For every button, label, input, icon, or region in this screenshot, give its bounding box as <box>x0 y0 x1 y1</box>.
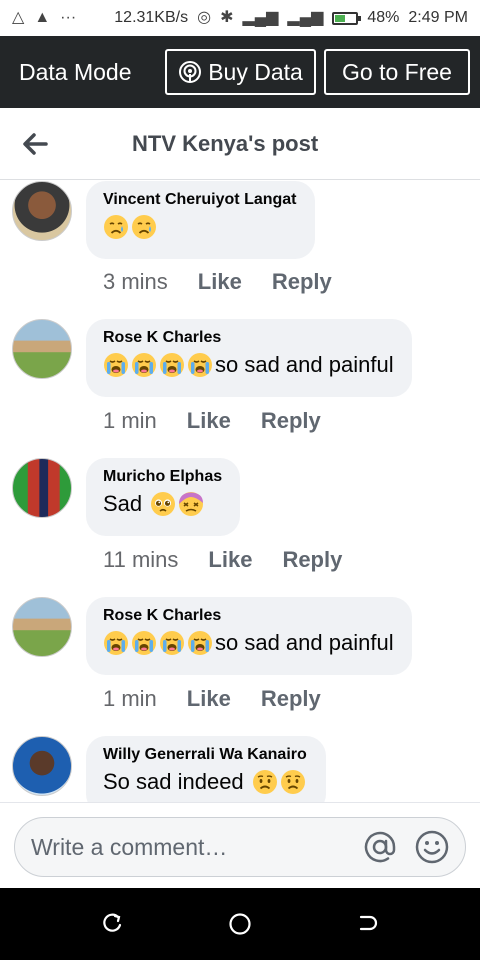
comment-time: 1 min <box>103 686 157 711</box>
buy-data-label: Buy Data <box>208 58 303 85</box>
crying-emoji-icon <box>131 352 157 378</box>
avatar[interactable] <box>12 181 72 241</box>
reply-button[interactable]: Reply <box>282 547 342 573</box>
comment-meta: 1 min Like Reply <box>103 408 321 434</box>
delta-icon: △ <box>12 9 25 26</box>
comment-meta: 3 mins Like Reply <box>103 269 332 295</box>
comment-bubble[interactable]: Willy Generrali Wa Kanairo So sad indeed <box>86 736 326 802</box>
comment-input[interactable]: Write a comment… <box>14 817 466 877</box>
data-mode-label: Data Mode <box>19 58 132 85</box>
crying-emoji-icon <box>103 352 129 378</box>
comment-text: so sad and painful <box>103 630 394 656</box>
crying-emoji-icon <box>103 630 129 656</box>
podcast-icon <box>179 61 202 83</box>
network-speed: 12.31KB/s <box>114 9 189 26</box>
home-button[interactable] <box>220 904 260 944</box>
comment-meta: 11 mins Like Reply <box>103 547 342 573</box>
reply-button[interactable]: Reply <box>272 269 332 295</box>
home-circle-icon <box>229 913 251 935</box>
pleading-emoji-icon <box>150 491 176 517</box>
smiley-icon <box>415 830 449 864</box>
comment-bubble[interactable]: Rose K Charles so sad and painful <box>86 319 412 397</box>
crying-emoji-icon <box>159 352 185 378</box>
crying-emoji-icon <box>131 630 157 656</box>
composer-area: Write a comment… <box>0 802 480 888</box>
comment-author[interactable]: Rose K Charles <box>103 329 394 347</box>
reply-button[interactable]: Reply <box>261 686 321 712</box>
signal-2-icon: ▂▄▆ <box>287 9 324 26</box>
comment-text: So sad indeed <box>103 769 308 795</box>
comment-author[interactable]: Rose K Charles <box>103 607 394 625</box>
worried-emoji-icon <box>280 769 306 795</box>
comment-bubble[interactable]: Vincent Cheruiyot Langat <box>86 181 315 259</box>
comment-body: So sad indeed <box>103 769 244 794</box>
recents-button[interactable] <box>93 904 133 944</box>
crying-emoji-icon <box>159 630 185 656</box>
comment-placeholder: Write a comment… <box>31 833 228 860</box>
battery-percent: 48% <box>367 9 400 26</box>
comment-bubble[interactable]: Muricho Elphas Sad <box>86 458 241 536</box>
sad-tear-emoji-icon <box>103 214 129 240</box>
signal-icon: ▂▄▆ <box>242 9 279 26</box>
avatar[interactable] <box>12 597 72 657</box>
comment-bubble[interactable]: Rose K Charles so sad and painful <box>86 597 412 675</box>
back-nav-icon <box>359 915 377 931</box>
avatar[interactable] <box>12 458 72 518</box>
back-nav-button[interactable] <box>347 904 387 944</box>
hotspot-icon: ◎ <box>197 9 212 26</box>
comment-author[interactable]: Willy Generrali Wa Kanairo <box>103 746 308 764</box>
comments-list[interactable]: Vincent Cheruiyot Langat 3 mins Like Rep… <box>0 181 480 802</box>
status-bar: △ ▲ ··· 12.31KB/s ◎ ✱ ▂▄▆ ▂▄▆ 48% 2:49 P… <box>0 0 480 36</box>
worried-emoji-icon <box>252 769 278 795</box>
battery-fill <box>335 14 345 22</box>
like-button[interactable]: Like <box>208 547 252 573</box>
emoji-picker-button[interactable] <box>413 828 451 866</box>
clock: 2:49 PM <box>408 9 468 26</box>
comment-author[interactable]: Muricho Elphas <box>103 468 222 486</box>
avatar[interactable] <box>12 736 72 796</box>
comment-body: Sad <box>103 491 143 516</box>
crying-emoji-icon <box>187 352 213 378</box>
data-mode-bar: Data Mode Buy Data Go to Free <box>0 36 480 108</box>
like-button[interactable]: Like <box>198 269 242 295</box>
comment-body: so sad and painful <box>215 630 394 655</box>
status-right: 12.31KB/s ◎ ✱ ▂▄▆ ▂▄▆ 48% 2:49 PM <box>114 9 468 27</box>
comment-time: 1 min <box>103 408 157 433</box>
bluetooth-icon: ✱ <box>220 9 234 26</box>
status-left: △ ▲ ··· <box>12 10 76 26</box>
more-notifications-icon: ··· <box>60 9 77 26</box>
back-arrow-icon <box>23 132 48 155</box>
comment-text: Sad <box>103 491 222 517</box>
system-nav-bar <box>0 888 480 960</box>
comment-author[interactable]: Vincent Cheruiyot Langat <box>103 191 297 209</box>
go-to-free-button[interactable]: Go to Free <box>324 49 470 95</box>
battery-icon <box>332 11 362 25</box>
sad-tear-emoji-icon <box>131 214 157 240</box>
page-title: NTV Kenya's post <box>132 130 319 156</box>
warning-icon: ▲ <box>34 9 51 26</box>
dizzy-emoji-icon <box>178 491 204 517</box>
buy-data-button[interactable]: Buy Data <box>165 49 316 95</box>
comment-body: so sad and painful <box>215 352 394 377</box>
reply-button[interactable]: Reply <box>261 408 321 434</box>
like-button[interactable]: Like <box>187 686 231 712</box>
avatar[interactable] <box>12 319 72 379</box>
crying-emoji-icon <box>187 630 213 656</box>
back-button[interactable] <box>0 108 70 180</box>
comment-text <box>103 214 297 240</box>
go-to-free-label: Go to Free <box>342 58 452 85</box>
recents-icon <box>103 913 122 932</box>
comment-time: 3 mins <box>103 269 168 294</box>
comment-meta: 1 min Like Reply <box>103 686 321 712</box>
at-icon <box>364 831 396 863</box>
mention-button[interactable] <box>361 828 399 866</box>
like-button[interactable]: Like <box>187 408 231 434</box>
comment-text: so sad and painful <box>103 352 394 378</box>
post-header: NTV Kenya's post <box>0 108 480 180</box>
comment-time: 11 mins <box>103 547 179 572</box>
